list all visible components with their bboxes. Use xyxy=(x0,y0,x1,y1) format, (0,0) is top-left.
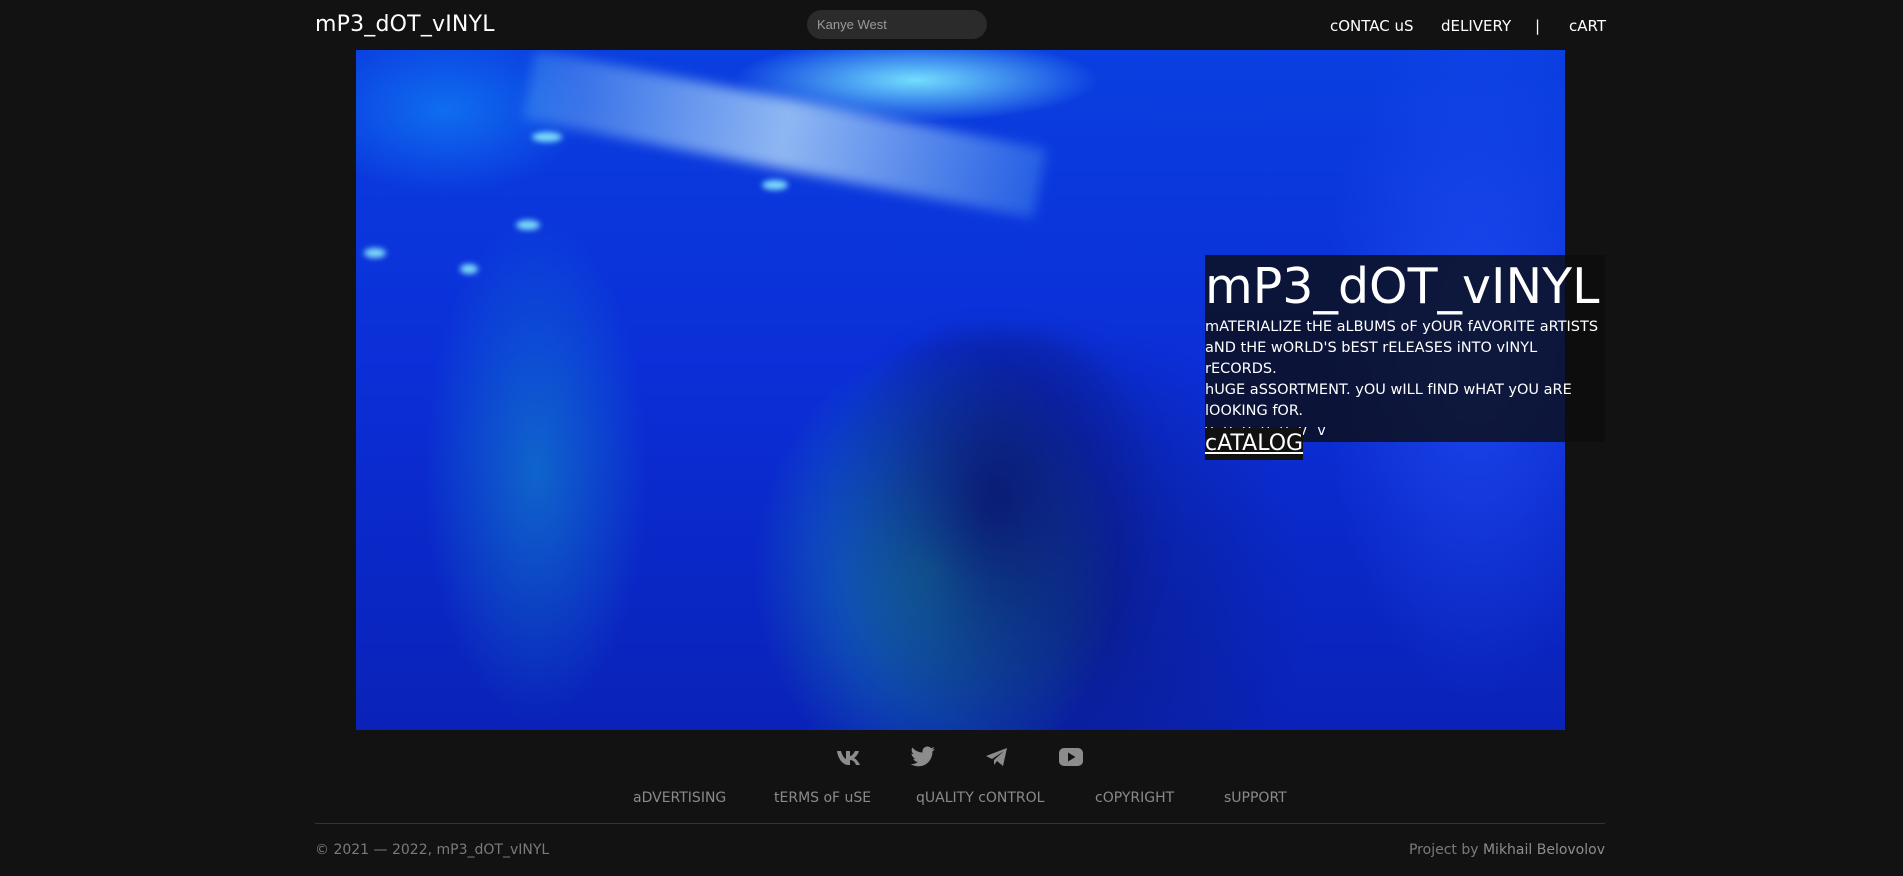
project-credit: Project by Mikhail Belovolov xyxy=(1409,842,1605,858)
hero-figure xyxy=(826,330,1166,730)
telegram-icon[interactable] xyxy=(983,744,1011,770)
twitter-icon[interactable] xyxy=(909,744,937,770)
credit-prefix: Project by xyxy=(1408,842,1483,858)
social-links xyxy=(0,744,1903,770)
nav-separator: | xyxy=(1535,17,1541,35)
search-input[interactable] xyxy=(807,10,987,39)
hero-light-beam xyxy=(522,50,1047,218)
hero-light xyxy=(762,180,788,190)
hero-description-line: aND tHE wORLD'S bEST rELEASES iNTO vINYL… xyxy=(1205,340,1538,377)
hero-light xyxy=(516,220,540,230)
footer-divider xyxy=(315,823,1605,824)
footer-copyright-link[interactable]: cOPYRIGHT xyxy=(1095,790,1174,806)
copyright-text: © 2021 — 2022, mP3_dOT_vINYL xyxy=(315,842,550,858)
footer-support-link[interactable]: sUPPORT xyxy=(1224,790,1287,806)
hero-light xyxy=(364,248,386,258)
footer-terms-link[interactable]: tERMS oF uSE xyxy=(774,790,871,806)
hero-description-line: mATERIALIZE tHE aLBUMS oF yOUR fAVORITE … xyxy=(1205,319,1599,335)
hero-description-line: hUGE aSSORTMENT. yOU wILL fIND wHAT yOU … xyxy=(1205,382,1572,398)
page: mP3_dOT_vINYL cONTAC uS dELIVERY | cART … xyxy=(0,0,1903,876)
hero-light xyxy=(532,132,562,142)
site-logo[interactable]: mP3_dOT_vINYL xyxy=(315,12,495,37)
nav-delivery-link[interactable]: dELIVERY xyxy=(1441,17,1511,35)
youtube-icon[interactable] xyxy=(1057,744,1085,770)
nav-cart-link[interactable]: cART xyxy=(1569,17,1606,35)
footer-quality-link[interactable]: qUALITY cONTROL xyxy=(916,790,1044,806)
footer-advertising-link[interactable]: aDVERTISING xyxy=(633,790,726,806)
hero-description-line: lOOKING fOR. xyxy=(1205,403,1304,419)
hero-text-panel: mP3_dOT_vINYL mATERIALIZE tHE aLBUMS oF … xyxy=(1205,255,1605,442)
vk-icon[interactable] xyxy=(835,744,863,770)
catalog-link[interactable]: cATALOG xyxy=(1205,428,1304,460)
hero-light xyxy=(460,264,478,274)
hero-description: mATERIALIZE tHE aLBUMS oF yOUR fAVORITE … xyxy=(1205,317,1605,422)
hero-title: mP3_dOT_vINYL xyxy=(1205,258,1600,315)
credit-author-link[interactable]: Mikhail Belovolov xyxy=(1483,842,1605,858)
nav-contact-link[interactable]: cONTAC uS xyxy=(1330,17,1414,35)
